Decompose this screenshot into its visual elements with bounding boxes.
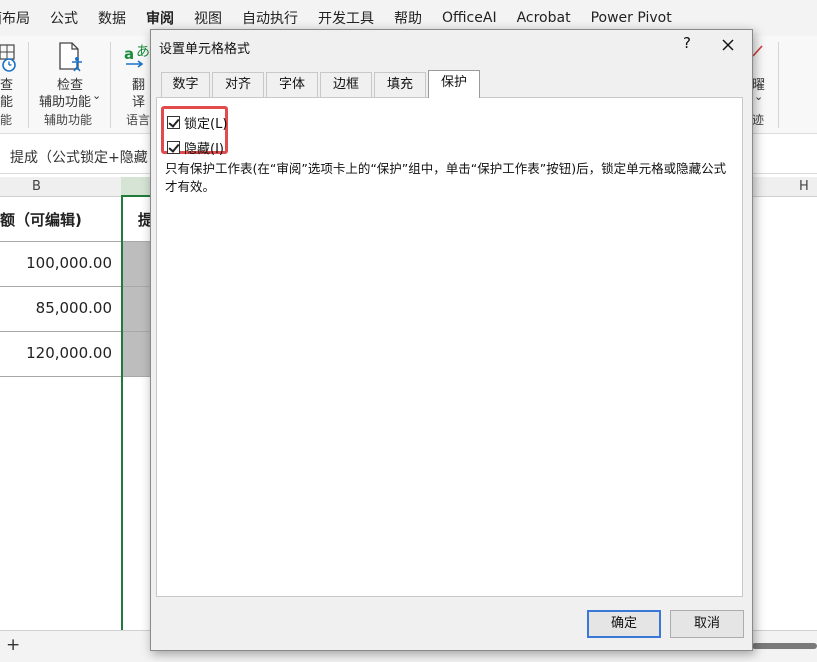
translate-btn-line2: 译 xyxy=(132,95,146,110)
tab-alignment[interactable]: 对齐 xyxy=(212,72,264,98)
tab-border[interactable]: 边框 xyxy=(320,72,372,98)
checkbox-checked-icon[interactable] xyxy=(167,116,180,129)
menu-formulas[interactable]: 公式 xyxy=(50,8,78,28)
table-row[interactable]: 100,000.00 xyxy=(0,242,122,287)
locked-checkbox-label[interactable]: 锁定(L) xyxy=(184,113,227,132)
ribbon-group-left: 查 能 能 xyxy=(0,36,28,134)
protection-note: 只有保护工作表(在“审阅”选项卡上的“保护”组中，单击“保护工作表”按钮)后，锁… xyxy=(165,161,727,194)
accessibility-btn-line2[interactable]: 辅助功能 xyxy=(39,91,91,110)
cell-value: 120,000.00 xyxy=(26,344,112,362)
tab-fill[interactable]: 填充 xyxy=(374,72,426,98)
ribbon-left-label-2: 能 xyxy=(0,95,14,110)
cell-b-header[interactable]: 额（可编辑) xyxy=(0,197,122,242)
close-icon[interactable] xyxy=(717,34,739,56)
selection-border xyxy=(121,197,123,630)
hidden-checkbox-label[interactable]: 隐藏(I) xyxy=(184,138,224,157)
accessibility-check-icon[interactable] xyxy=(58,42,84,72)
table-row[interactable]: 85,000.00 xyxy=(0,287,122,332)
locked-checkbox[interactable]: 锁定(L) xyxy=(167,113,227,132)
column-header-b[interactable]: B xyxy=(32,179,41,194)
checkbox-checked-icon[interactable] xyxy=(167,141,180,154)
cell-c-selected[interactable] xyxy=(122,332,150,377)
menu-developer[interactable]: 开发工具 xyxy=(318,8,374,28)
menu-review[interactable]: 审阅 xyxy=(146,8,174,28)
chevron-down-icon: ⌄ xyxy=(754,90,764,103)
tab-font[interactable]: 字体 xyxy=(266,72,318,98)
tab-number[interactable]: 数字 xyxy=(161,72,210,98)
cell-c-selected[interactable] xyxy=(122,287,150,332)
menu-help[interactable]: 帮助 xyxy=(394,8,422,28)
ribbon-left-group-name: 能 xyxy=(0,113,13,127)
menu-officeai[interactable]: OfficeAI xyxy=(442,10,497,26)
cell-b-header-text: 额（可编辑) xyxy=(0,211,82,229)
help-button[interactable]: ? xyxy=(677,34,697,56)
ribbon-group-accessibility: 检查 辅助功能 ⌄ 辅助功能 xyxy=(36,36,106,134)
ribbon-separator xyxy=(110,42,111,128)
menu-acrobat[interactable]: Acrobat xyxy=(517,10,571,26)
horizontal-scrollbar[interactable] xyxy=(752,643,817,649)
ribbon-group-language: a あ 翻 译 语言 xyxy=(118,36,150,134)
tab-protection[interactable]: 保护 xyxy=(428,70,480,98)
menu-data[interactable]: 数据 xyxy=(98,8,126,28)
table-row[interactable]: 120,000.00 xyxy=(0,332,122,377)
cell-c-header[interactable]: 提 xyxy=(122,197,153,242)
svg-text:a: a xyxy=(124,45,134,63)
column-header-h[interactable]: H xyxy=(799,179,809,194)
chevron-down-icon[interactable]: ⌄ xyxy=(92,89,101,102)
formula-bar-text[interactable]: 提成（公式锁定+隐藏 xyxy=(10,147,148,167)
menu-automate[interactable]: 自动执行 xyxy=(242,8,298,28)
menu-view[interactable]: 视图 xyxy=(194,8,222,28)
dialog-title: 设置单元格格式 xyxy=(159,42,251,57)
add-sheet-button[interactable]: + xyxy=(6,635,20,655)
cancel-button[interactable]: 取消 xyxy=(670,610,744,638)
workbook-check-icon[interactable] xyxy=(0,44,18,72)
cell-value: 85,000.00 xyxy=(35,299,112,317)
svg-text:あ: あ xyxy=(136,44,150,60)
menu-power-pivot[interactable]: Power Pivot xyxy=(591,10,672,26)
ribbon-right-group-name: 迹 xyxy=(752,113,765,127)
column-header-c-selected[interactable] xyxy=(121,177,150,197)
pen-icon[interactable] xyxy=(752,44,764,58)
language-group-name: 语言 xyxy=(126,113,151,127)
format-cells-dialog: 设置单元格格式 ? 数字 对齐 字体 边框 填充 保护 锁定(L) 隐藏(I) … xyxy=(150,29,753,651)
ok-button[interactable]: 确定 xyxy=(587,610,661,638)
cell-c-selected[interactable] xyxy=(122,242,150,287)
translate-icon[interactable]: a あ xyxy=(124,44,150,70)
protection-panel: 锁定(L) 隐藏(I) 只有保护工作表(在“审阅”选项卡上的“保护”组中，单击“… xyxy=(156,97,743,597)
accessibility-group-name: 辅助功能 xyxy=(44,113,93,127)
ribbon-separator xyxy=(28,42,29,128)
menu-page-layout[interactable]: 面布局 xyxy=(0,8,30,28)
ribbon-separator xyxy=(778,42,779,128)
cell-value: 100,000.00 xyxy=(26,254,112,272)
hidden-checkbox[interactable]: 隐藏(I) xyxy=(167,138,224,157)
